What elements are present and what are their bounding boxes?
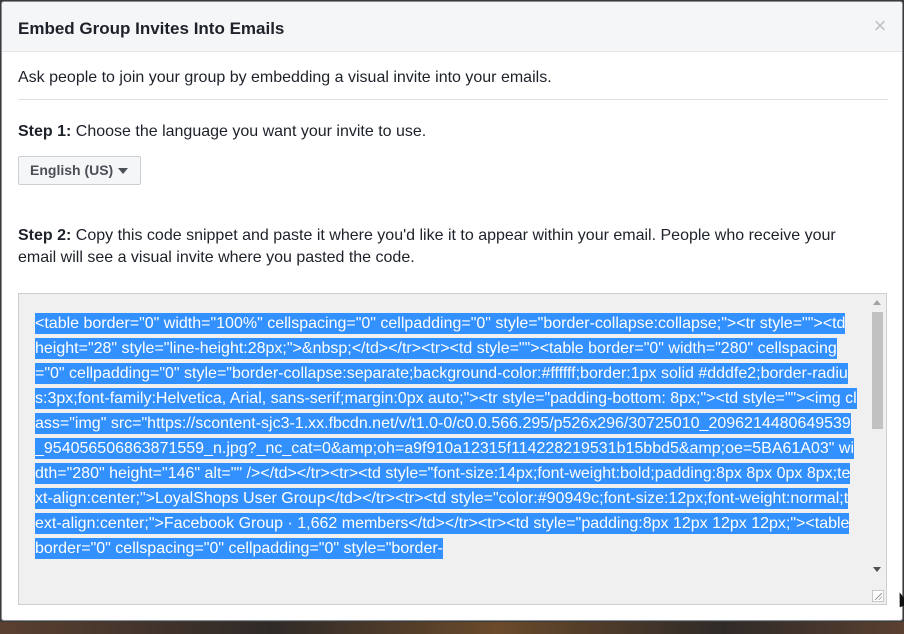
close-icon[interactable]: × xyxy=(872,15,888,37)
code-snippet-text: <table border="0" width="100%" cellspaci… xyxy=(35,311,857,561)
code-snippet-selection: <table border="0" width="100%" cellspaci… xyxy=(35,313,857,559)
step-1-text: Choose the language you want your invite… xyxy=(71,123,427,140)
step-2-text: Copy this code snippet and paste it wher… xyxy=(18,227,836,266)
step-2-instruction: Step 2: Copy this code snippet and paste… xyxy=(18,225,878,269)
dialog-title: Embed Group Invites Into Emails xyxy=(18,19,285,38)
step-1-instruction: Step 1: Choose the language you want you… xyxy=(18,123,426,141)
code-scrollbar[interactable] xyxy=(869,294,886,604)
scroll-thumb[interactable] xyxy=(872,312,883,429)
step-1-label: Step 1: xyxy=(18,123,72,140)
language-select-value: English (US) xyxy=(30,162,114,178)
scroll-down-arrow-icon[interactable] xyxy=(873,567,881,572)
scroll-up-arrow-icon[interactable] xyxy=(873,300,881,305)
code-snippet-textarea[interactable]: <table border="0" width="100%" cellspaci… xyxy=(18,293,887,605)
caret-down-icon xyxy=(118,167,129,174)
embed-invite-dialog: Embed Group Invites Into Emails × Ask pe… xyxy=(1,1,903,621)
resize-grip-icon[interactable] xyxy=(872,590,884,602)
dialog-header: Embed Group Invites Into Emails × xyxy=(2,2,902,52)
language-select[interactable]: English (US) xyxy=(18,156,142,185)
page-background xyxy=(0,622,904,634)
divider xyxy=(18,99,888,100)
step-2-label: Step 2: xyxy=(18,227,72,244)
dialog-intro: Ask people to join your group by embeddi… xyxy=(18,69,552,86)
